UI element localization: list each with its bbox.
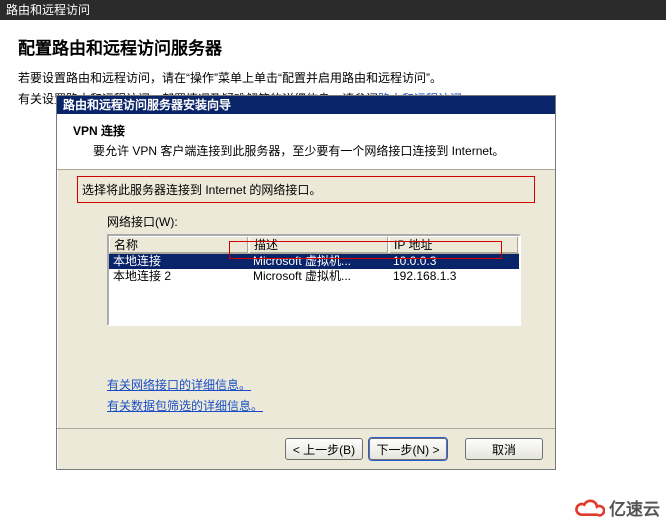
link-interface-details[interactable]: 有关网络接口的详细信息。	[107, 378, 251, 392]
back-button[interactable]: < 上一步(B)	[285, 438, 363, 460]
app-titlebar: 路由和远程访问	[0, 0, 666, 20]
instruction-text: 选择将此服务器连接到 Internet 的网络接口。	[82, 183, 321, 197]
cell-desc: Microsoft 虚拟机...	[249, 254, 389, 269]
interfaces-listbox[interactable]: 名称 描述 IP 地址 本地连接 Microsoft 虚拟机... 10.0.0…	[107, 234, 521, 326]
interfaces-label: 网络接口(W):	[107, 213, 535, 230]
wizard-help-links: 有关网络接口的详细信息。 有关数据包筛选的详细信息。	[107, 376, 535, 414]
wizard-title: 路由和远程访问服务器安装向导	[63, 98, 231, 112]
cancel-button[interactable]: 取消	[465, 438, 543, 460]
page-title: 配置路由和远程访问服务器	[18, 34, 652, 59]
page-desc-1-text: 若要设置路由和远程访问，请在“操作”菜单上单击“配置并启用路由和远程访问”。	[18, 71, 442, 85]
cell-desc: Microsoft 虚拟机...	[249, 269, 389, 284]
list-header: 名称 描述 IP 地址	[109, 236, 519, 254]
wizard-footer: < 上一步(B) 下一步(N) > 取消	[57, 428, 555, 469]
watermark-text: 亿速云	[609, 495, 660, 520]
list-row[interactable]: 本地连接 Microsoft 虚拟机... 10.0.0.3	[109, 254, 519, 269]
list-row[interactable]: 本地连接 2 Microsoft 虚拟机... 192.168.1.3	[109, 269, 519, 284]
wizard-header-title: VPN 连接	[73, 122, 543, 139]
link-packet-filter-details[interactable]: 有关数据包筛选的详细信息。	[107, 399, 263, 413]
page-desc-1: 若要设置路由和远程访问，请在“操作”菜单上单击“配置并启用路由和远程访问”。	[18, 69, 652, 86]
wizard-header: VPN 连接 要允许 VPN 客户端连接到此服务器，至少要有一个网络接口连接到 …	[57, 114, 555, 170]
col-name[interactable]: 名称	[109, 236, 249, 253]
col-desc[interactable]: 描述	[249, 236, 389, 253]
content-area: 配置路由和远程访问服务器 若要设置路由和远程访问，请在“操作”菜单上单击“配置并…	[0, 20, 666, 107]
wizard-dialog: 路由和远程访问服务器安装向导 VPN 连接 要允许 VPN 客户端连接到此服务器…	[56, 95, 556, 470]
col-ip[interactable]: IP 地址	[389, 236, 519, 253]
next-button[interactable]: 下一步(N) >	[369, 438, 447, 460]
wizard-header-desc: 要允许 VPN 客户端连接到此服务器，至少要有一个网络接口连接到 Interne…	[93, 143, 543, 159]
interfaces-label-text: 网络接口(W):	[107, 215, 178, 229]
watermark: 亿速云	[573, 495, 660, 520]
cell-ip: 192.168.1.3	[389, 269, 519, 284]
wizard-body: 选择将此服务器连接到 Internet 的网络接口。 网络接口(W): 名称 描…	[57, 170, 555, 428]
wizard-titlebar[interactable]: 路由和远程访问服务器安装向导	[57, 96, 555, 114]
cell-name: 本地连接	[109, 254, 249, 269]
instruction-highlight: 选择将此服务器连接到 Internet 的网络接口。	[77, 176, 535, 203]
cell-name: 本地连接 2	[109, 269, 249, 284]
cell-ip: 10.0.0.3	[389, 254, 519, 269]
app-title: 路由和远程访问	[6, 3, 90, 17]
cloud-icon	[573, 497, 605, 519]
